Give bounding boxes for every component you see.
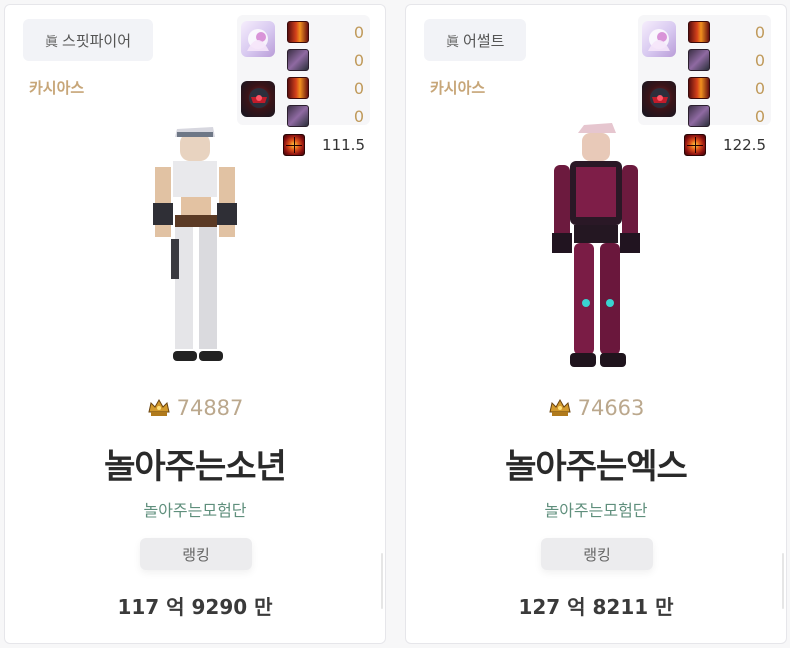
fame-value: 74663	[577, 396, 645, 420]
server-name: 카시아스	[430, 79, 486, 97]
server-name: 카시아스	[29, 79, 85, 97]
book-icon	[287, 21, 309, 43]
character-icon	[287, 49, 309, 71]
awakening-mark: 眞	[446, 34, 460, 50]
crosshair-icon	[283, 134, 305, 156]
character-icon	[688, 105, 710, 127]
character-sprite	[552, 123, 640, 367]
guild-name[interactable]: 놀아주는모험단	[5, 497, 385, 521]
character-card[interactable]: 眞 스핏파이어 카시아스 0 0 0 0 111.5 74887 놀아주는소년 …	[4, 4, 386, 644]
fame-crown-icon	[147, 398, 170, 416]
fame-row: 74663	[406, 396, 786, 420]
slot-value: 0	[353, 79, 364, 98]
scrollbar[interactable]	[782, 553, 784, 609]
book-icon	[688, 21, 710, 43]
slot-value: 0	[754, 51, 765, 70]
slot-value: 0	[353, 107, 364, 126]
slot-value: 0	[754, 107, 765, 126]
job-badge[interactable]: 眞 어썰트	[424, 19, 527, 61]
avatar	[642, 21, 676, 57]
buff-panel: 0 0 0 0	[237, 15, 370, 127]
creature-avatar-icon	[249, 88, 269, 108]
avatar	[241, 81, 275, 117]
creature-avatar-icon	[247, 29, 269, 51]
scrollbar[interactable]	[381, 553, 383, 609]
creature-avatar-icon	[648, 29, 670, 51]
slot-value: 0	[754, 79, 765, 98]
character-sprite	[153, 127, 237, 361]
character-icon	[287, 105, 309, 127]
job-name: 어썰트	[463, 31, 505, 50]
character-icon	[688, 49, 710, 71]
rank-value: 127 억 8211 만	[518, 595, 674, 619]
fame-crown-icon	[548, 398, 571, 416]
buff-panel: 0 0 0 0	[638, 15, 771, 127]
creature-avatar-icon	[650, 88, 670, 108]
character-card[interactable]: 眞 어썰트 카시아스 0 0 0 0 122.5 74663 놀아주는엑스 놀아…	[405, 4, 787, 644]
buff-stat-value: 111.5	[322, 136, 365, 154]
ranking-button[interactable]: 랭킹	[140, 538, 252, 570]
awakening-mark: 眞	[45, 34, 59, 50]
job-name: 스핏파이어	[62, 31, 132, 50]
book-icon	[688, 77, 710, 99]
slot-value: 0	[353, 23, 364, 42]
slot-value: 0	[353, 51, 364, 70]
ranking-button[interactable]: 랭킹	[541, 538, 653, 570]
job-badge[interactable]: 眞 스핏파이어	[23, 19, 154, 61]
book-icon	[287, 77, 309, 99]
avatar	[241, 21, 275, 57]
character-name[interactable]: 놀아주는엑스	[406, 439, 786, 488]
rank-value: 117 억 9290 만	[117, 595, 273, 619]
avatar	[642, 81, 676, 117]
buff-stat-value: 122.5	[723, 136, 766, 154]
fame-value: 74887	[176, 396, 244, 420]
character-name[interactable]: 놀아주는소년	[5, 439, 385, 488]
fame-row: 74887	[5, 396, 385, 420]
guild-name[interactable]: 놀아주는모험단	[406, 497, 786, 521]
crosshair-icon	[684, 134, 706, 156]
slot-value: 0	[754, 23, 765, 42]
